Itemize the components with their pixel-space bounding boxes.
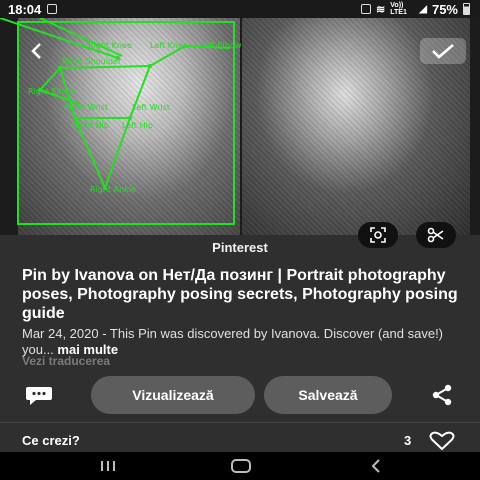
- pin-image-area[interactable]: Right Knee Left Knee Right Shoulder Left…: [0, 18, 480, 248]
- battery-level: 75%: [431, 1, 458, 17]
- status-bar: 18:04 ≋ Vo)) LTE1 ◢ 75%: [0, 0, 480, 18]
- home-icon: [231, 459, 251, 473]
- signal-icon: ◢: [419, 3, 427, 15]
- reaction-button[interactable]: [428, 431, 456, 451]
- back-button[interactable]: [26, 40, 48, 62]
- translate-link[interactable]: Vezi traducerea: [22, 354, 110, 368]
- gallery-notification-icon: [47, 4, 58, 14]
- save-button[interactable]: Salvează: [264, 376, 392, 414]
- pose-label: Right Elbow: [28, 87, 76, 96]
- comment-button[interactable]: [24, 384, 54, 406]
- home-button[interactable]: [228, 456, 254, 476]
- reaction-count: 3: [404, 433, 412, 448]
- wifi-icon: ≋: [376, 3, 386, 16]
- share-icon: [432, 384, 452, 406]
- signal-label: Vo)) LTE1: [390, 2, 407, 16]
- chevron-left-icon: [31, 43, 41, 59]
- recent-apps-icon: [101, 461, 115, 471]
- comment-bubble-icon: [26, 387, 52, 405]
- pose-label: Left Knee: [150, 41, 188, 50]
- pose-label: Right Hip: [72, 121, 109, 130]
- pose-detection-overlay: Right Knee Left Knee Right Shoulder Left…: [0, 18, 242, 225]
- notification-icon: [361, 4, 372, 14]
- pose-label: Left Elbow: [200, 41, 242, 50]
- heart-icon: [429, 431, 455, 451]
- status-time: 18:04: [8, 1, 42, 17]
- pose-label: Right Wrist: [64, 103, 108, 112]
- comment-bar[interactable]: Ce crezi? 3: [0, 422, 480, 456]
- action-row: Vizualizează Salvează: [0, 376, 480, 414]
- back-arrow-icon: [371, 459, 380, 473]
- pin-source[interactable]: Pinterest: [0, 240, 480, 255]
- checkmark-icon: [432, 44, 454, 59]
- pose-label: Left Wrist: [132, 103, 170, 112]
- pose-label: Right Ankle: [90, 185, 136, 194]
- pin-title: Pin by Ivanova on Нет/Да позинг | Portra…: [22, 267, 458, 322]
- visit-button[interactable]: Vizualizează: [91, 376, 255, 414]
- share-button[interactable]: [430, 384, 454, 406]
- system-nav-bar: [0, 452, 480, 480]
- select-button[interactable]: [420, 38, 466, 64]
- pose-label: Left Hip: [122, 121, 153, 130]
- pin-detail-screen: 18:04 ≋ Vo)) LTE1 ◢ 75% Right Knee Left …: [0, 0, 480, 480]
- system-back-button[interactable]: [366, 456, 386, 476]
- comment-prompt[interactable]: Ce crezi?: [22, 433, 80, 448]
- pose-label: Right Knee: [88, 41, 132, 50]
- recent-apps-button[interactable]: [96, 456, 120, 476]
- pose-label: Right Shoulder: [62, 57, 122, 66]
- battery-icon: [463, 3, 470, 15]
